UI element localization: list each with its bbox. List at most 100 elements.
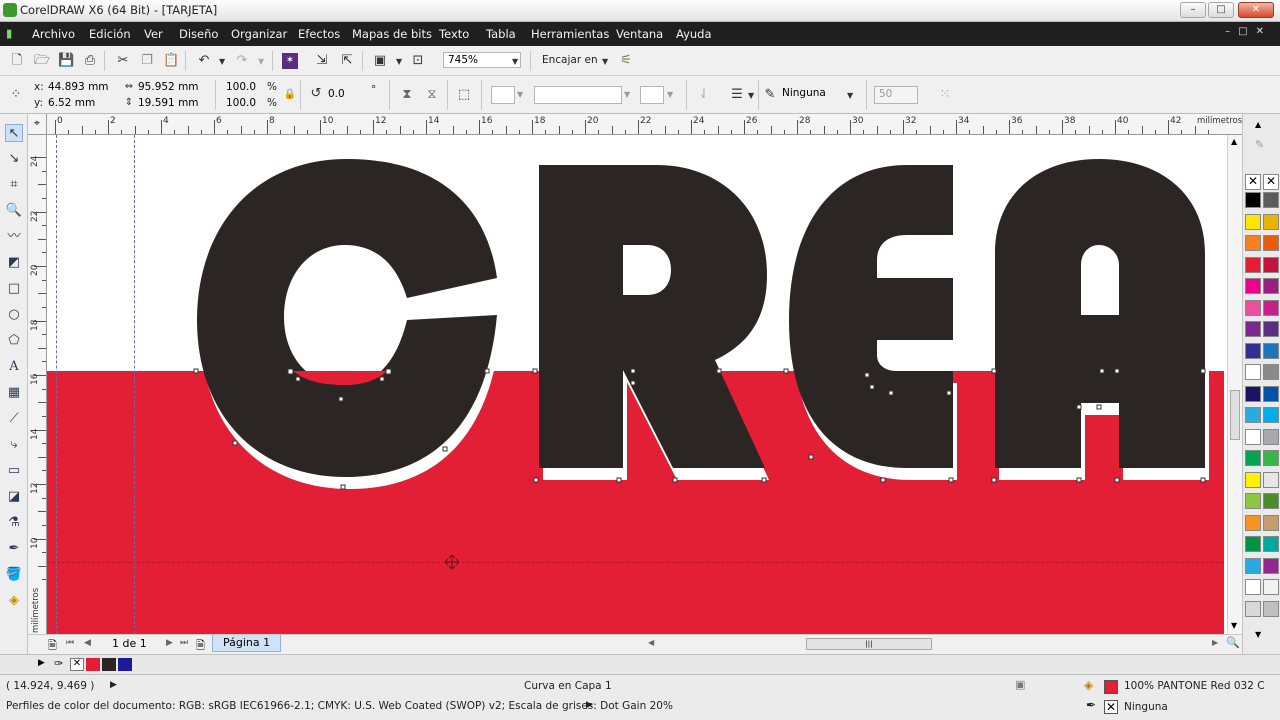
x-position-field[interactable]: 44.893 mm xyxy=(44,80,116,96)
copy-icon[interactable]: ❐ xyxy=(139,53,155,69)
print-icon[interactable]: ⎙ xyxy=(82,53,98,69)
publish-dropdown-icon[interactable]: ▼ xyxy=(396,57,402,66)
maximize-button[interactable]: □ xyxy=(1208,2,1234,18)
menu-archivo[interactable]: Archivo xyxy=(32,27,75,41)
status-expand-icon[interactable]: ▶ xyxy=(110,680,117,690)
paste-icon[interactable]: 📋 xyxy=(163,53,179,69)
search-content-icon[interactable]: ✶ xyxy=(282,53,298,69)
crop-tool-icon[interactable]: ⌗ xyxy=(5,176,23,194)
palette-color-swatch[interactable] xyxy=(1245,213,1261,230)
full-screen-icon[interactable]: ⊡ xyxy=(410,53,426,69)
menu-herramientas[interactable]: Herramientas xyxy=(531,27,609,41)
outline-width-dropdown-icon[interactable]: ▼ xyxy=(847,91,853,100)
palette-color-swatch[interactable] xyxy=(1263,192,1279,208)
document-icon[interactable]: ▮ xyxy=(6,26,12,40)
node-edit-icon[interactable]: ⬚ xyxy=(456,87,472,103)
palette-color-swatch[interactable] xyxy=(1263,299,1279,316)
palette-color-swatch[interactable] xyxy=(1263,557,1279,574)
minimize-button[interactable]: – xyxy=(1180,2,1206,18)
width-field[interactable]: 95.952 mm xyxy=(134,80,210,96)
undo-icon[interactable]: ↶ xyxy=(196,53,212,69)
table-tool-icon[interactable]: ▦ xyxy=(5,384,23,402)
end-arrow-dropdown-icon[interactable]: ▼ xyxy=(667,90,673,99)
previous-page-icon[interactable]: ◀ xyxy=(84,638,91,648)
next-page-icon[interactable]: ▶ xyxy=(166,638,173,648)
palette-color-swatch[interactable] xyxy=(1263,342,1279,359)
doc-swatch-blue[interactable] xyxy=(118,658,132,671)
zoom-tool-icon[interactable]: 🔍 xyxy=(5,202,23,220)
palette-color-swatch[interactable] xyxy=(1263,364,1279,380)
no-color-swatch[interactable]: ✕ xyxy=(70,658,84,671)
palette-color-swatch[interactable] xyxy=(1245,235,1261,251)
vertical-scroll-thumb[interactable] xyxy=(1230,390,1240,440)
palette-color-swatch[interactable] xyxy=(1263,536,1279,552)
palette-pen-icon[interactable]: ✎ xyxy=(1255,138,1264,151)
interactive-effects-tool-icon[interactable]: ▭ xyxy=(5,462,23,480)
scale-y-field[interactable]: 100.0 xyxy=(222,96,264,112)
crea-artwork[interactable] xyxy=(47,135,1227,634)
cut-icon[interactable]: ✂ xyxy=(115,53,131,69)
palette-color-swatch[interactable] xyxy=(1263,278,1279,294)
transparency-tool-icon[interactable]: ◪ xyxy=(5,488,23,506)
document-window-controls[interactable]: –□✕ xyxy=(1225,26,1272,37)
pick-tool-icon[interactable]: ↖ xyxy=(5,124,23,142)
palette-color-swatch[interactable] xyxy=(1245,579,1261,595)
mirror-horizontal-icon[interactable]: ⧗ xyxy=(399,87,415,103)
palette-color-swatch[interactable] xyxy=(1245,278,1261,294)
zoom-dropdown-icon[interactable]: ▼ xyxy=(512,57,518,66)
end-arrow-select[interactable] xyxy=(640,86,664,104)
palette-color-swatch[interactable] xyxy=(1245,192,1261,208)
height-field[interactable]: 19.591 mm xyxy=(134,96,210,112)
mirror-vertical-icon[interactable]: ⧖ xyxy=(424,87,440,103)
scale-x-field[interactable]: 100.0 xyxy=(222,80,264,96)
palette-color-swatch[interactable] xyxy=(1263,514,1279,531)
object-origin-icon[interactable]: ⁘ xyxy=(8,87,24,103)
save-icon[interactable]: 💾 xyxy=(58,53,74,69)
lock-ratio-icon[interactable]: 🔒 xyxy=(282,87,298,103)
menu-tabla[interactable]: Tabla xyxy=(486,27,516,41)
last-page-icon[interactable]: ⏭ xyxy=(180,638,188,648)
export-icon[interactable]: ⇱ xyxy=(339,53,355,69)
horizontal-scroll-thumb[interactable]: ||| xyxy=(806,638,932,650)
palette-color-swatch[interactable] xyxy=(1245,364,1261,380)
palette-color-swatch[interactable] xyxy=(1245,256,1261,273)
palette-color-swatch[interactable] xyxy=(1263,428,1279,445)
publish-pdf-icon[interactable]: ▣ xyxy=(372,53,388,69)
palette-color-swatch[interactable] xyxy=(1245,385,1261,402)
palette-color-swatch[interactable] xyxy=(1245,536,1261,552)
import-icon[interactable]: ⇲ xyxy=(314,53,330,69)
scroll-down-icon[interactable]: ▼ xyxy=(1231,621,1237,630)
fill-tool-icon[interactable]: 🪣 xyxy=(5,566,23,584)
wrap-text-icon[interactable]: ☰ xyxy=(729,87,745,103)
vertical-scrollbar[interactable]: ▲ ▼ xyxy=(1227,135,1242,634)
options-icon[interactable]: ⚟ xyxy=(618,53,634,69)
palette-color-swatch[interactable] xyxy=(1245,428,1261,445)
no-outline-swatch[interactable]: ✕ xyxy=(1263,174,1279,190)
vertical-ruler[interactable]: milímetros 24 22 20 18 16 14 12 10 xyxy=(28,135,47,634)
scroll-left-icon[interactable]: ◀ xyxy=(648,638,654,647)
snap-to-label[interactable]: Encajar en xyxy=(542,54,598,66)
menu-efectos[interactable]: Efectos xyxy=(298,27,340,41)
ruler-origin-icon[interactable]: ⌖ xyxy=(28,114,47,135)
menu-ayuda[interactable]: Ayuda xyxy=(676,27,712,41)
close-curve-icon[interactable]: ⇃ xyxy=(696,87,712,103)
palette-color-swatch[interactable] xyxy=(1263,385,1279,402)
undo-dropdown-icon[interactable]: ▼ xyxy=(219,57,225,66)
palette-color-swatch[interactable] xyxy=(1245,471,1261,488)
color-profiles-info[interactable]: Perfiles de color del documento: RGB: sR… xyxy=(6,700,673,712)
eyedropper-tool-icon[interactable]: ⚗ xyxy=(5,514,23,532)
menu-ventana[interactable]: Ventana xyxy=(616,27,663,41)
ellipse-tool-icon[interactable]: ○ xyxy=(5,306,23,324)
scroll-up-icon[interactable]: ▲ xyxy=(1231,137,1237,146)
polygon-tool-icon[interactable]: ⬠ xyxy=(5,332,23,350)
palette-color-swatch[interactable] xyxy=(1263,493,1279,509)
redo-dropdown-icon[interactable]: ▼ xyxy=(258,57,264,66)
no-fill-swatch[interactable]: ✕ xyxy=(1245,174,1261,190)
fill-color-swatch[interactable] xyxy=(1104,680,1118,694)
menu-edicion[interactable]: Edición xyxy=(89,27,131,41)
outline-tool-icon[interactable]: ✒ xyxy=(5,540,23,558)
menu-ver[interactable]: Ver xyxy=(144,27,163,41)
palette-color-swatch[interactable] xyxy=(1245,450,1261,466)
freehand-tool-icon[interactable]: 〰 xyxy=(5,228,23,246)
start-arrow-select[interactable] xyxy=(491,86,515,104)
